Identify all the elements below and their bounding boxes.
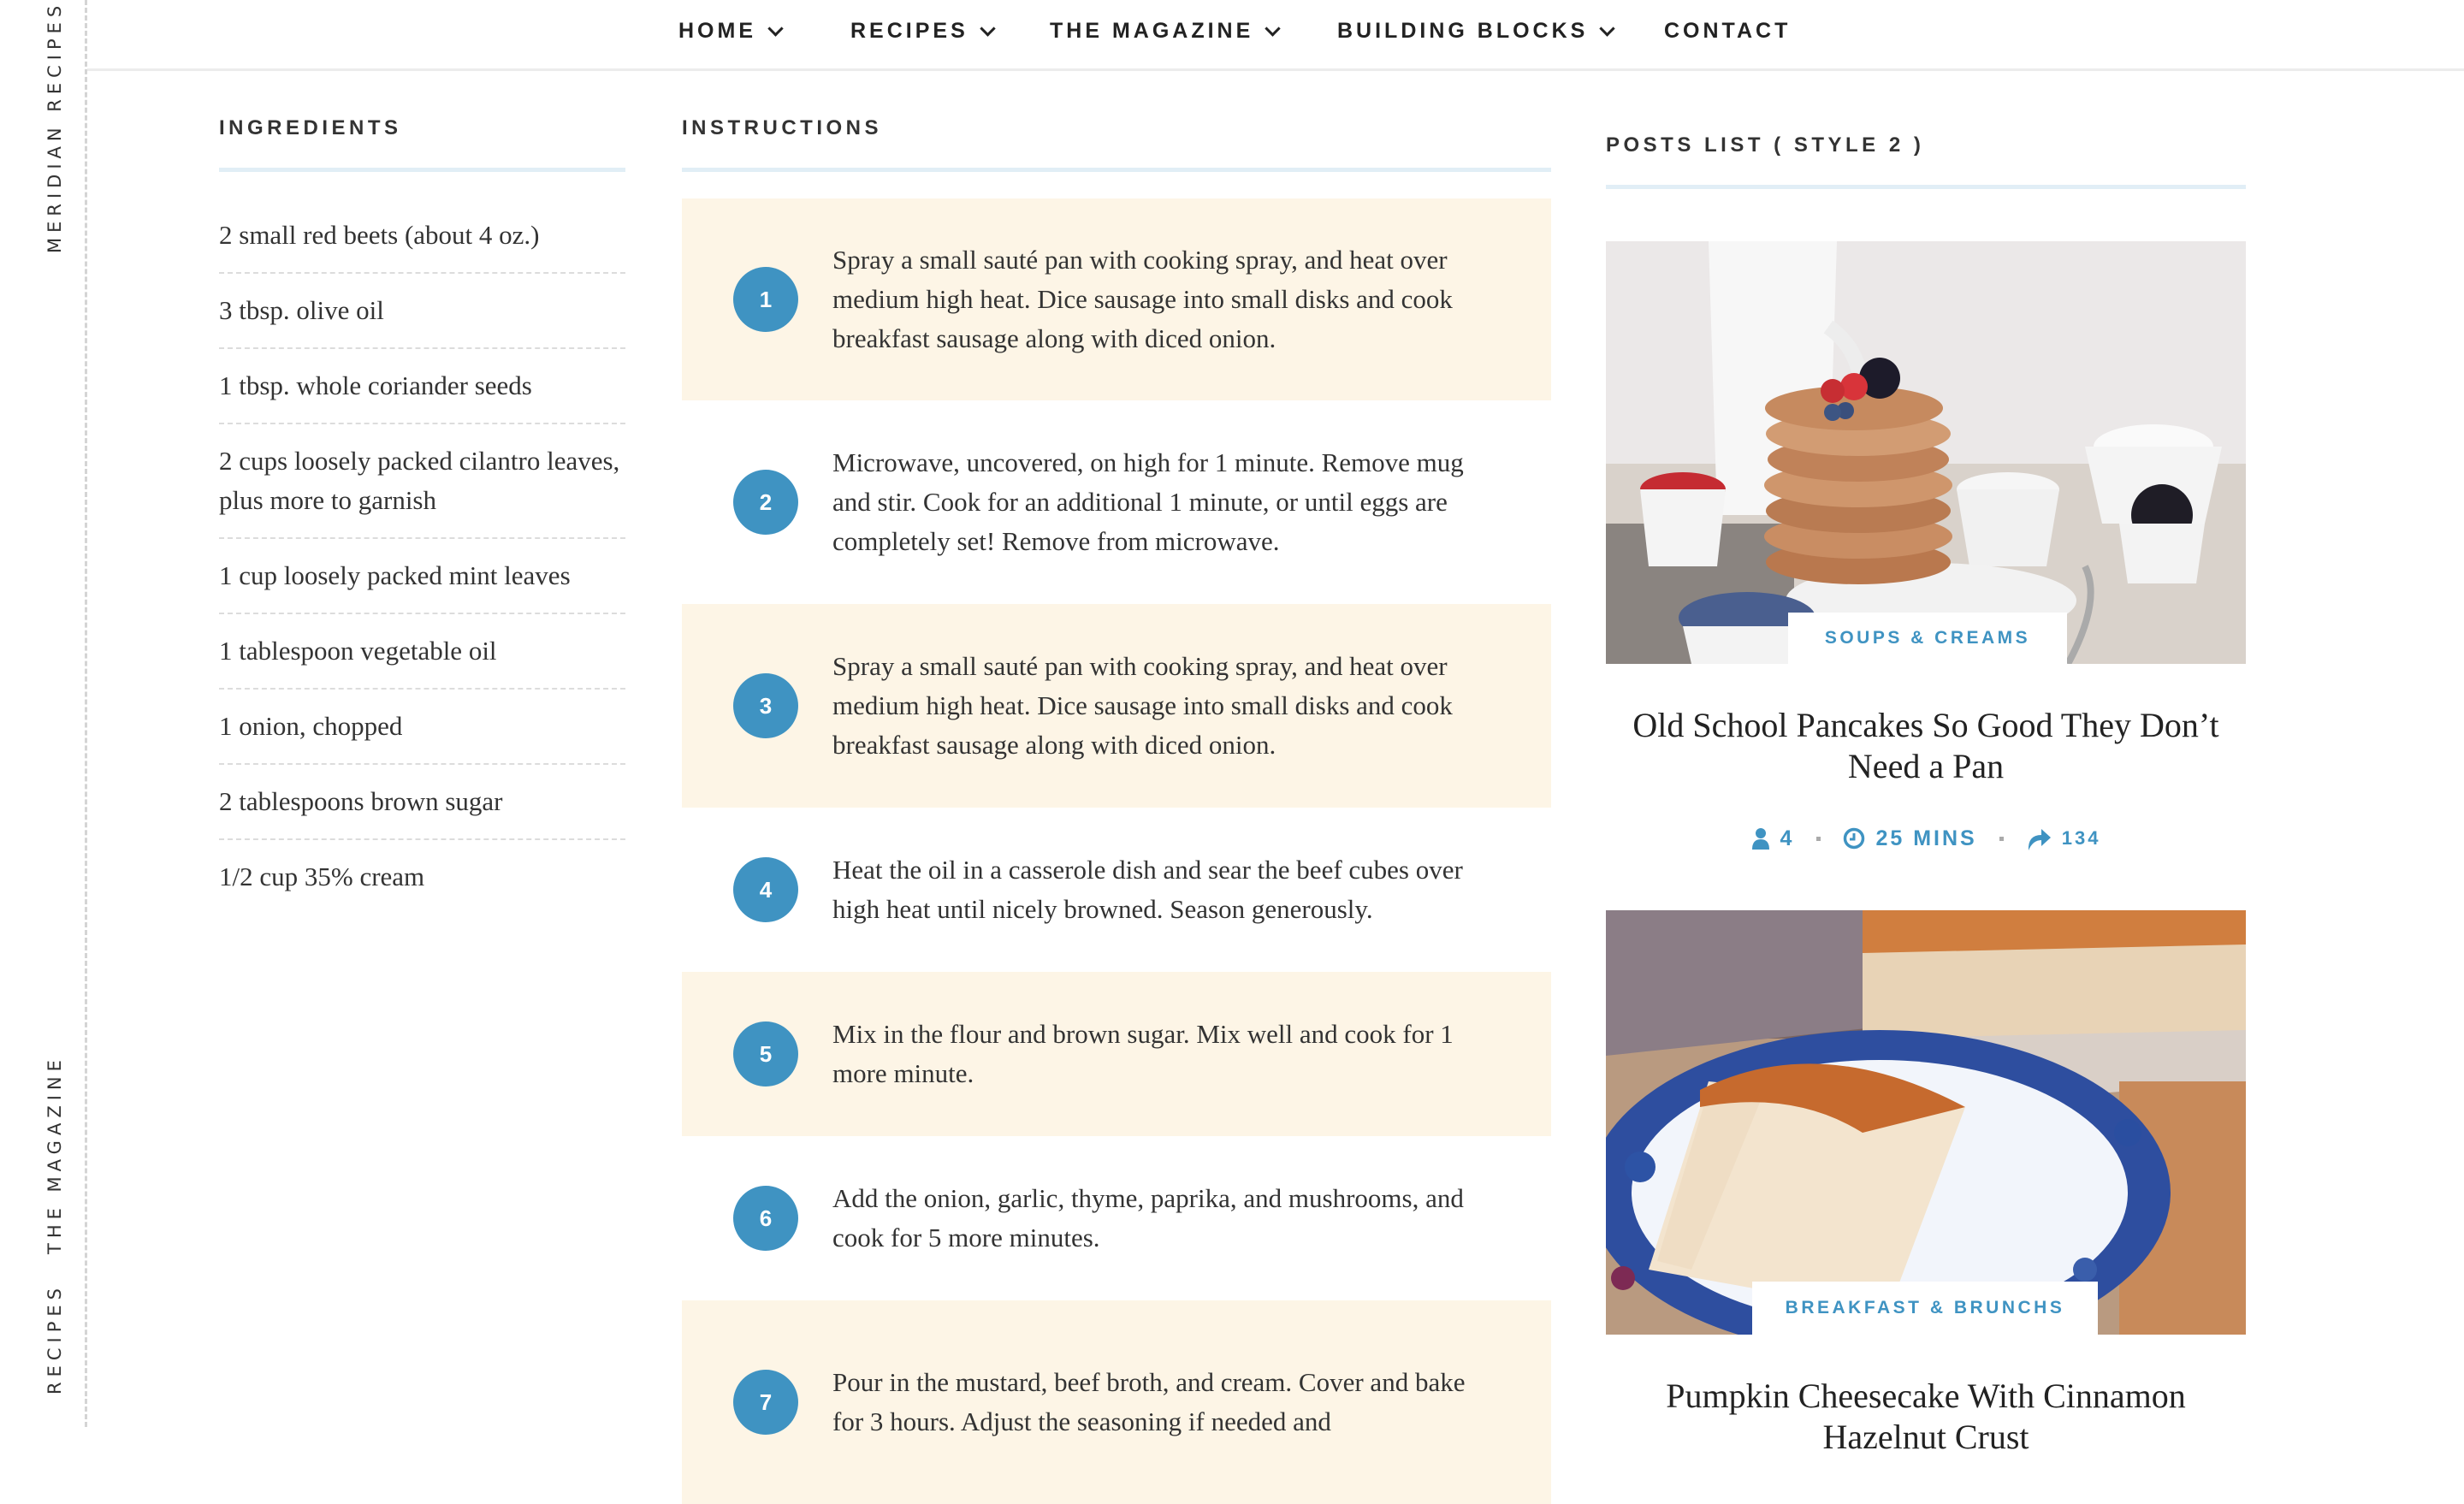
post-category-badge[interactable]: BREAKFAST & BRUNCHS <box>1752 1282 2098 1335</box>
step-number-badge: 6 <box>733 1186 798 1251</box>
ingredient-item: 2 tablespoons brown sugar <box>219 765 625 840</box>
ingredient-item: 1 cup loosely packed mint leaves <box>219 539 625 614</box>
instructions-list: 1 Spray a small sauté pan with cooking s… <box>682 198 1551 1504</box>
cheesecake-photo <box>1606 910 2246 1335</box>
ingredient-item: 1 onion, chopped <box>219 690 625 765</box>
instruction-step: 7 Pour in the mustard, beef broth, and c… <box>682 1300 1551 1504</box>
chevron-down-icon <box>767 20 784 37</box>
step-text: Mix in the flour and brown sugar. Mix we… <box>832 1019 1454 1088</box>
side-rail: Meridian Recipes The Magazine Recipes <box>0 0 87 1427</box>
nav-label: BUILDING BLOCKS <box>1337 18 1589 43</box>
nav-item-contact[interactable]: CONTACT <box>1664 15 1791 46</box>
meta-separator <box>1816 836 1821 841</box>
servings-count: 4 <box>1780 826 1795 850</box>
ingredient-item: 1 tablespoon vegetable oil <box>219 614 625 690</box>
shares[interactable]: 134 <box>2026 826 2101 850</box>
step-number-badge: 5 <box>733 1021 798 1087</box>
cook-time-value: 25 MINS <box>1875 826 1977 850</box>
chevron-down-icon <box>980 20 996 37</box>
nav-label: HOME <box>678 18 756 43</box>
step-number-badge: 7 <box>733 1370 798 1435</box>
clock-icon <box>1844 827 1865 850</box>
ingredients-heading: Ingredients <box>219 116 402 139</box>
instructions-divider <box>682 168 1551 172</box>
share-icon <box>2028 829 2051 850</box>
ingredient-item: 2 cups loosely packed cilantro leaves, p… <box>219 424 625 539</box>
chevron-down-icon <box>1599 20 1616 37</box>
step-text: Spray a small sauté pan with cooking spr… <box>832 651 1453 760</box>
post-image-cheesecake[interactable] <box>1606 910 2246 1335</box>
ingredient-item: 2 small red beets (about 4 oz.) <box>219 198 625 274</box>
ingredients-divider <box>219 168 625 172</box>
step-text: Pour in the mustard, beef broth, and cre… <box>832 1367 1466 1436</box>
nav-item-home[interactable]: HOME <box>678 15 784 46</box>
nav-label: RECIPES <box>850 18 968 43</box>
user-icon <box>1751 828 1769 850</box>
step-text: Spray a small sauté pan with cooking spr… <box>832 245 1453 353</box>
chevron-down-icon <box>1265 20 1281 37</box>
instruction-step: 1 Spray a small sauté pan with cooking s… <box>682 198 1551 400</box>
instruction-step: 4 Heat the oil in a casserole dish and s… <box>682 808 1551 972</box>
servings: 4 <box>1751 826 1795 851</box>
site-name-link[interactable]: Meridian Recipes <box>44 1 65 253</box>
instruction-step: 6 Add the onion, garlic, thyme, paprika,… <box>682 1136 1551 1300</box>
nav-item-the-magazine[interactable]: THE MAGAZINE <box>1050 15 1281 46</box>
post-title-link[interactable]: Pumpkin Cheesecake With Cinnamon Hazelnu… <box>1606 1376 2246 1458</box>
pancakes-photo <box>1606 241 2246 664</box>
instructions-heading: Instructions <box>682 116 882 139</box>
post-meta: 4 25 MINS 134 <box>1606 821 2246 856</box>
step-text: Microwave, uncovered, on high for 1 minu… <box>832 447 1464 556</box>
ingredient-item: 1 tbsp. whole coriander seeds <box>219 349 625 424</box>
rail-link-recipes[interactable]: Recipes <box>44 1283 65 1394</box>
posts-list-divider <box>1606 185 2246 189</box>
step-number-badge: 3 <box>733 673 798 738</box>
post-category-badge[interactable]: SOUPS & CREAMS <box>1788 613 2067 664</box>
cook-time: 25 MINS <box>1843 826 1976 851</box>
ingredient-item: 1/2 cup 35% cream <box>219 862 425 891</box>
step-number-badge: 4 <box>733 857 798 922</box>
shares-count: 134 <box>2061 827 2101 849</box>
step-number-badge: 2 <box>733 470 798 535</box>
rail-link-the-magazine[interactable]: The Magazine <box>44 1055 65 1254</box>
step-number-badge: 1 <box>733 267 798 332</box>
nav-item-recipes[interactable]: RECIPES <box>850 15 996 46</box>
instruction-step: 5 Mix in the flour and brown sugar. Mix … <box>682 972 1551 1136</box>
post-image-pancakes[interactable] <box>1606 241 2246 664</box>
posts-list-heading: Posts List ( Style 2 ) <box>1606 133 1925 157</box>
instruction-step: 3 Spray a small sauté pan with cooking s… <box>682 604 1551 808</box>
meta-separator <box>1999 836 2004 841</box>
nav-label: CONTACT <box>1664 18 1792 43</box>
ingredient-item: 3 tbsp. olive oil <box>219 274 625 349</box>
nav-item-building-blocks[interactable]: BUILDING BLOCKS <box>1337 15 1616 46</box>
ingredients-list: 2 small red beets (about 4 oz.) 3 tbsp. … <box>219 198 625 914</box>
instruction-step: 2 Microwave, uncovered, on high for 1 mi… <box>682 400 1551 604</box>
step-text: Heat the oil in a casserole dish and sea… <box>832 855 1463 924</box>
nav-label: THE MAGAZINE <box>1050 18 1254 43</box>
post-title-link[interactable]: Old School Pancakes So Good They Don’t N… <box>1606 705 2246 787</box>
step-text: Add the onion, garlic, thyme, paprika, a… <box>832 1183 1464 1252</box>
